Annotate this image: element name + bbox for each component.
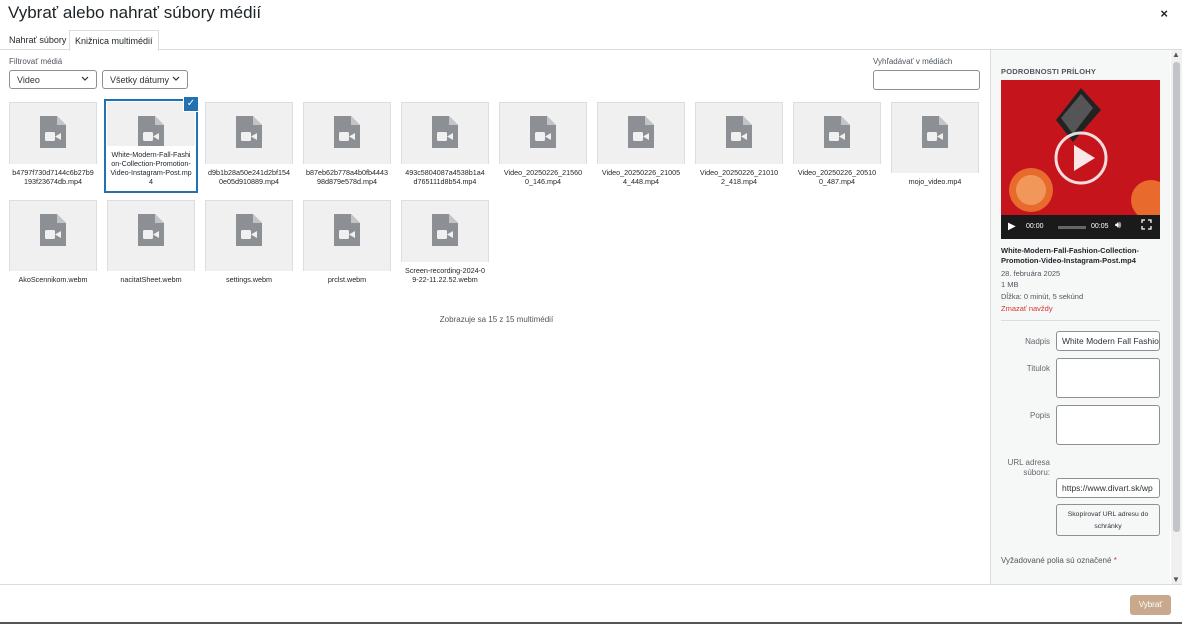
description-label: Popis [1029, 411, 1050, 420]
date-value: Všetky dátumy [110, 75, 170, 85]
media-filename: b87eb62b778a4b0fb444398d879e578d.mp4 [303, 164, 391, 190]
video-file-icon [40, 116, 66, 148]
search-label: Vyhľadávať v médiách [873, 57, 953, 66]
media-filename: prclst.webm [303, 271, 391, 288]
video-current-time: 00:00 [1026, 223, 1044, 230]
video-file-icon [40, 214, 66, 246]
attachment-filename: White-Modern-Fall-Fashion-Collection-Pro… [1001, 246, 1139, 265]
video-file-icon [530, 116, 556, 148]
media-tile[interactable]: 493c5804087a4538b1a4d765111d8b54.mp4 [401, 102, 489, 190]
attachment-size: 1 MB [1001, 280, 1019, 289]
media-filename: Video_20250226_205100_487.mp4 [793, 164, 881, 190]
delete-permanently-link[interactable]: Zmazať navždy [1001, 304, 1053, 314]
media-tile[interactable]: d9b1b28a50e241d2bf1540e05d910889.mp4 [205, 102, 293, 190]
filter-label: Filtrovať médiá [9, 57, 63, 66]
video-file-icon [726, 116, 752, 148]
media-filename: mojo_video.mp4 [891, 173, 979, 190]
caption-textarea[interactable] [1056, 358, 1160, 398]
video-file-icon [432, 214, 458, 246]
divider [1001, 320, 1160, 321]
media-type-select[interactable]: Video [9, 70, 97, 89]
volume-icon[interactable]: 🔊︎ [1115, 220, 1121, 231]
modal-title: Vybrať alebo nahrať súbory médií [8, 3, 262, 22]
media-filename: AkoScennikom.webm [9, 271, 97, 288]
title-input[interactable]: White Modern Fall Fashio [1056, 331, 1160, 351]
required-fields-note: Vyžadované polia sú označené * [1001, 556, 1117, 565]
attachment-date: 28. februára 2025 [1001, 269, 1061, 278]
date-select[interactable]: Všetky dátumy [102, 70, 188, 89]
media-tile[interactable]: White-Modern-Fall-Fashion-Collection-Pro… [107, 102, 195, 190]
media-filename: Video_20250226_210102_418.mp4 [695, 164, 783, 190]
media-count: Zobrazuje sa 15 z 15 multimédií [439, 315, 554, 324]
media-filename: b4797f730d7144c6b27b9193f23674db.mp4 [9, 164, 97, 190]
video-total-time: 00:05 [1091, 223, 1109, 230]
video-file-icon [334, 214, 360, 246]
media-tile[interactable]: settings.webm [205, 200, 293, 288]
media-tile[interactable]: prclst.webm [303, 200, 391, 288]
media-tile[interactable]: Screen-recording-2024-09-22-11.22.52.web… [401, 200, 489, 288]
media-tile[interactable]: Video_20250226_210102_418.mp4 [695, 102, 783, 190]
description-textarea[interactable] [1056, 405, 1160, 445]
video-progress-bar[interactable] [1058, 226, 1086, 229]
title-label: Nadpis [1025, 337, 1050, 346]
video-preview[interactable]: ▶ 00:00 00:05 🔊︎ [1001, 80, 1160, 239]
media-filename: nacitatSheet.webm [107, 271, 195, 288]
required-note-text: Vyžadované polia sú označené [1001, 556, 1112, 565]
media-tile[interactable]: Video_20250226_215600_146.mp4 [499, 102, 587, 190]
video-file-icon [334, 116, 360, 148]
tab-bar: Nahrať súbory Knižnica multimédií [0, 29, 1182, 51]
attachment-duration: Dĺžka: 0 minút, 5 sekúnd [1001, 292, 1084, 301]
scroll-down-icon[interactable]: ▼ [1172, 575, 1180, 584]
selected-check-icon[interactable]: ✓ [183, 96, 199, 112]
chevron-down-icon [81, 73, 89, 87]
media-tile[interactable]: Video_20250226_205100_487.mp4 [793, 102, 881, 190]
search-input[interactable] [873, 70, 980, 90]
media-tile[interactable]: mojo_video.mp4 [891, 102, 979, 190]
media-tile[interactable]: b4797f730d7144c6b27b9193f23674db.mp4 [9, 102, 97, 190]
media-filename: d9b1b28a50e241d2bf1540e05d910889.mp4 [205, 164, 293, 190]
video-file-icon [432, 116, 458, 148]
video-thumbnail-image [1001, 80, 1160, 220]
media-tile[interactable]: AkoScennikom.webm [9, 200, 97, 288]
media-filename: Video_20250226_210054_448.mp4 [597, 164, 685, 190]
tab-upload-files[interactable]: Nahrať súbory [4, 30, 71, 50]
modal-toolbar [0, 584, 1182, 624]
media-filename: Screen-recording-2024-09-22-11.22.52.web… [401, 262, 489, 288]
video-file-icon [628, 116, 654, 148]
caption-label: Titulok [1026, 364, 1050, 373]
media-tile[interactable]: b87eb62b778a4b0fb444398d879e578d.mp4 [303, 102, 391, 190]
video-file-icon [138, 116, 164, 148]
media-filename: White-Modern-Fall-Fashion-Collection-Pro… [107, 146, 195, 190]
media-filename: 493c5804087a4538b1a4d765111d8b54.mp4 [401, 164, 489, 190]
file-url-label: URL adresa súboru: [1007, 458, 1050, 477]
close-icon[interactable]: × [1160, 6, 1168, 21]
video-controls: ▶ 00:00 00:05 🔊︎ [1001, 215, 1160, 239]
attachment-details-heading: Podrobnosti prílohy [1001, 67, 1097, 76]
media-tile[interactable]: nacitatSheet.webm [107, 200, 195, 288]
scroll-up-icon[interactable]: ▲ [1172, 50, 1180, 59]
media-filename: settings.webm [205, 271, 293, 288]
copy-url-button[interactable]: Skopírovať URL adresu do schránky [1056, 504, 1160, 536]
media-tile[interactable]: Video_20250226_210054_448.mp4 [597, 102, 685, 190]
media-filename: Video_20250226_215600_146.mp4 [499, 164, 587, 190]
select-button[interactable]: Vybrať [1130, 595, 1171, 615]
required-star: * [1113, 556, 1117, 565]
chevron-down-icon [172, 73, 180, 87]
media-type-value: Video [17, 75, 40, 85]
play-icon[interactable]: ▶ [1008, 221, 1016, 232]
scrollbar-thumb[interactable] [1173, 62, 1180, 532]
sidebar-scrollbar[interactable]: ▲ ▼ [1171, 50, 1182, 584]
video-file-icon [236, 116, 262, 148]
video-file-icon [922, 116, 948, 148]
video-file-icon [138, 214, 164, 246]
fullscreen-icon[interactable] [1141, 219, 1152, 232]
video-file-icon [824, 116, 850, 148]
tab-media-library[interactable]: Knižnica multimédií [69, 30, 159, 51]
video-file-icon [236, 214, 262, 246]
file-url-input[interactable]: https://www.divart.sk/wp [1056, 478, 1160, 498]
